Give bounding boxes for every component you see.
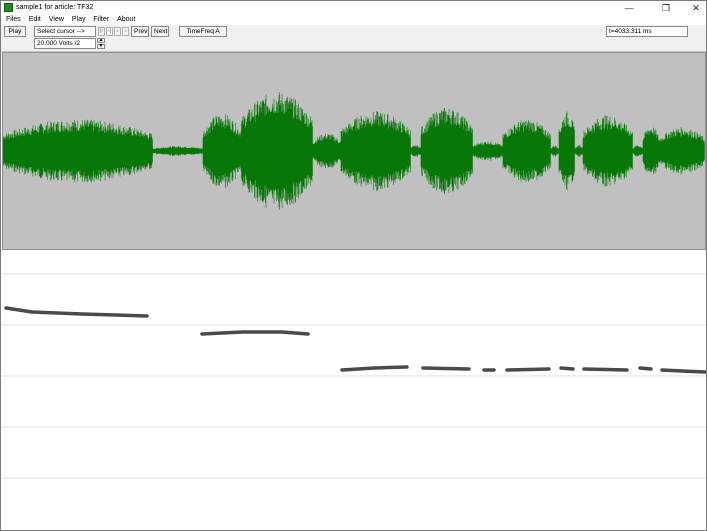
close-button[interactable]: ✕ xyxy=(681,1,707,15)
step-back-icon[interactable]: ‹ xyxy=(114,27,121,36)
toolbar: Play Select cursor --> 20.000 Volts /2 ▲… xyxy=(1,25,706,52)
window-title: sample1 for article: TF32 xyxy=(16,4,94,11)
maximize-button[interactable]: ❐ xyxy=(651,1,681,15)
timefreq-plot xyxy=(2,273,706,479)
frequency-trace xyxy=(340,365,409,372)
app-window: sample1 for article: TF32 — ❐ ✕ Files Ed… xyxy=(0,0,707,531)
title-bar: sample1 for article: TF32 — ❐ ✕ xyxy=(1,1,706,15)
menu-bar: Files Edit View Play Filter About xyxy=(1,15,706,25)
menu-about[interactable]: About xyxy=(113,15,139,25)
time-readout: t=4033.311 ms xyxy=(606,26,688,37)
timefreq-button[interactable]: TimeFreq A xyxy=(179,26,227,37)
cursor-mode-select[interactable]: Select cursor --> xyxy=(34,26,96,37)
volts-decrease-icon[interactable]: ▼ xyxy=(97,44,105,49)
prev-button[interactable]: Prev xyxy=(131,26,149,37)
timefreq-view[interactable] xyxy=(2,252,706,530)
menu-play[interactable]: Play xyxy=(68,15,90,25)
frequency-trace xyxy=(4,306,149,318)
skip-start-icon[interactable]: |‹ xyxy=(98,27,105,36)
frequency-trace xyxy=(559,366,575,371)
frequency-trace xyxy=(660,368,706,374)
volts-scale-field[interactable]: 20.000 Volts /2 xyxy=(34,38,96,49)
frequency-trace xyxy=(200,330,310,336)
menu-filter[interactable]: Filter xyxy=(90,15,114,25)
menu-view[interactable]: View xyxy=(45,15,68,25)
minimize-button[interactable]: — xyxy=(614,1,644,15)
frequency-trace xyxy=(505,367,551,372)
waveform-signal xyxy=(3,92,705,210)
skip-end-icon[interactable]: ‹| xyxy=(106,27,113,36)
frequency-trace xyxy=(582,367,629,372)
app-icon xyxy=(4,3,13,12)
play-button[interactable]: Play xyxy=(4,26,26,37)
menu-edit[interactable]: Edit xyxy=(25,15,45,25)
menu-files[interactable]: Files xyxy=(1,15,25,25)
next-button[interactable]: Next xyxy=(151,26,169,37)
step-forward-icon[interactable]: › xyxy=(122,27,129,36)
frequency-trace xyxy=(638,366,653,371)
frequency-trace xyxy=(421,366,471,371)
waveform-plot xyxy=(3,92,705,210)
waveform-view[interactable] xyxy=(2,52,706,250)
